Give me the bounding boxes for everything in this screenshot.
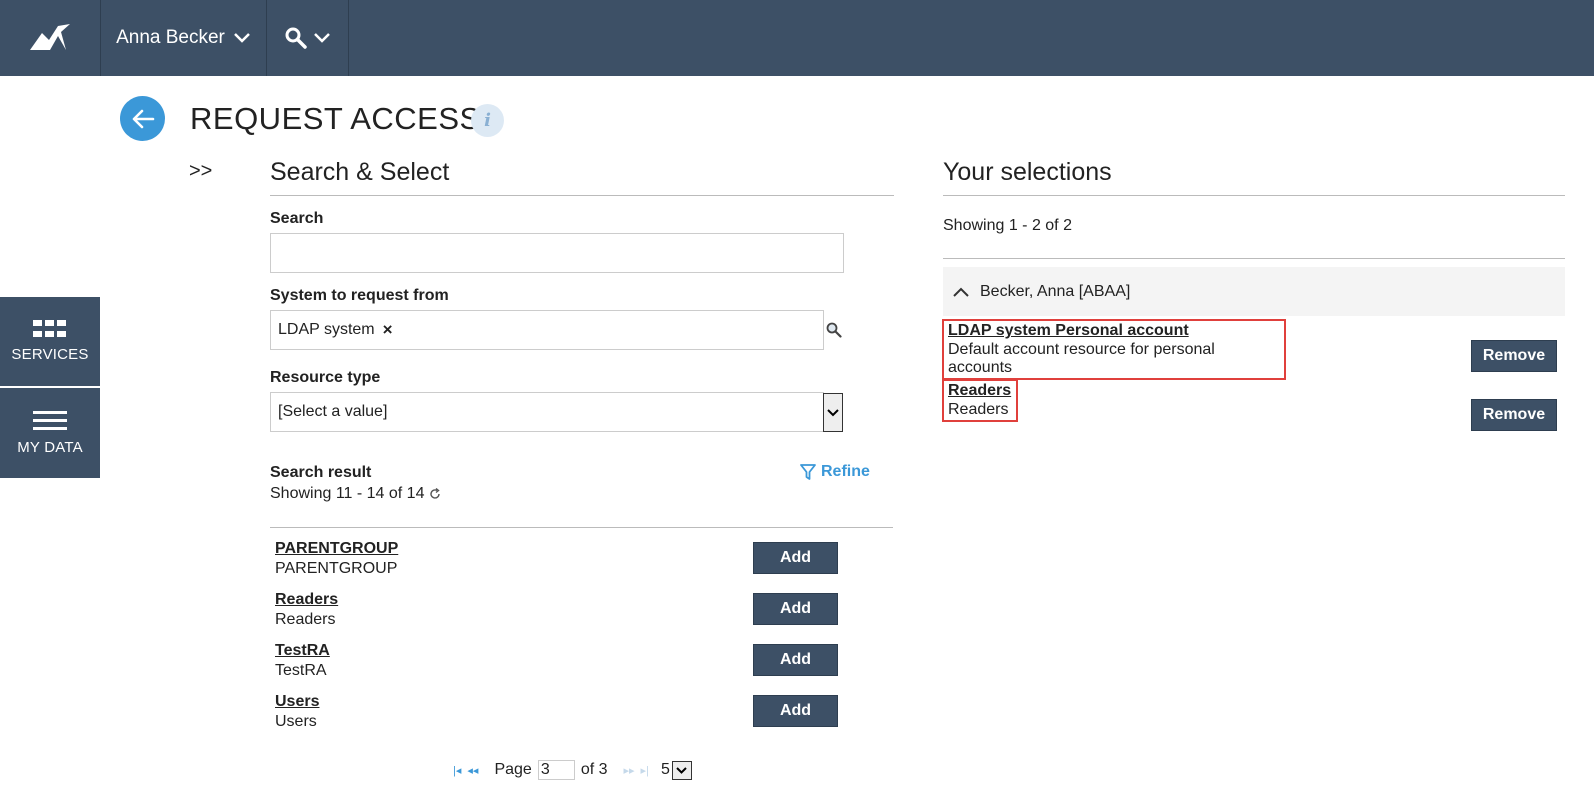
selection-description: Default account resource for personal ac… <box>948 341 1215 376</box>
previous-page-icon[interactable]: ◂◂ <box>467 764 478 777</box>
resource-type-label: Resource type <box>270 369 381 386</box>
result-name-link[interactable]: Users <box>275 693 319 711</box>
global-search-menu[interactable] <box>267 0 349 76</box>
nav-my-data-label: MY DATA <box>17 438 83 456</box>
result-row: Users Users Add <box>270 693 840 743</box>
remove-button[interactable]: Remove <box>1471 340 1557 372</box>
group-name: Becker, Anna [ABAA] <box>980 282 1131 300</box>
nav-my-data[interactable]: MY DATA <box>0 388 100 478</box>
refine-button[interactable]: Refine <box>800 463 870 481</box>
nav-services[interactable]: SERVICES <box>0 297 100 386</box>
top-bar: Anna Becker <box>0 0 1594 76</box>
result-description: TestRA <box>275 662 327 679</box>
page-size-dropdown-button[interactable] <box>671 760 692 780</box>
result-row: Readers Readers Add <box>270 591 840 641</box>
search-input[interactable] <box>270 233 844 273</box>
resource-type-dropdown-button[interactable] <box>823 393 843 432</box>
refresh-icon[interactable] <box>429 488 441 500</box>
page-total: of 3 <box>580 761 608 778</box>
result-count-text: Showing 11 - 14 of 14 <box>270 485 425 502</box>
info-icon[interactable]: i <box>471 104 504 137</box>
chevron-down-icon <box>234 33 250 43</box>
resource-type-select[interactable]: [Select a value] <box>270 392 824 432</box>
result-row: TestRA TestRA Add <box>270 642 840 692</box>
clear-system-icon[interactable]: × <box>383 320 393 340</box>
chevron-down-icon <box>676 766 688 774</box>
page-label: Page <box>494 761 532 778</box>
expand-toggle[interactable]: >> <box>189 160 212 183</box>
result-description: PARENTGROUP <box>275 560 398 577</box>
page-number-input[interactable]: 3 <box>537 760 575 780</box>
selection-description: Readers <box>948 401 1009 418</box>
pagination: |◂ ◂◂ Page 3 of 3 ▸▸ ▸| 5 <box>453 759 692 781</box>
system-field[interactable]: LDAP system × <box>270 310 824 350</box>
remove-button[interactable]: Remove <box>1471 399 1557 431</box>
selection-group-header[interactable]: Becker, Anna [ABAA] <box>943 267 1565 316</box>
result-row: PARENTGROUP PARENTGROUP Add <box>270 540 840 590</box>
add-button[interactable]: Add <box>753 644 838 676</box>
result-name-link[interactable]: Readers <box>275 591 338 609</box>
chevron-down-icon <box>313 33 330 43</box>
divider <box>943 258 1565 259</box>
last-page-icon[interactable]: ▸| <box>641 764 649 777</box>
refine-label: Refine <box>821 463 870 480</box>
back-button[interactable] <box>120 96 165 141</box>
result-name-link[interactable]: TestRA <box>275 642 330 660</box>
next-page-icon[interactable]: ▸▸ <box>624 764 635 777</box>
selection-name-link[interactable]: LDAP system Personal account <box>948 322 1280 340</box>
logo[interactable] <box>0 0 101 76</box>
add-button[interactable]: Add <box>753 695 838 727</box>
add-button[interactable]: Add <box>753 542 838 574</box>
search-result-count: Showing 11 - 14 of 14 <box>270 485 441 503</box>
divider <box>270 527 893 528</box>
page-size-value: 5 <box>660 761 670 778</box>
search-select-heading: Search & Select <box>270 158 894 196</box>
page-size-select[interactable]: 5 <box>660 760 692 780</box>
chevron-down-icon <box>827 408 839 416</box>
page-title: REQUEST ACCESS <box>190 101 481 136</box>
your-selections-heading: Your selections <box>943 158 1565 196</box>
add-button[interactable]: Add <box>753 593 838 625</box>
filter-icon <box>800 463 816 480</box>
result-name-link[interactable]: PARENTGROUP <box>275 540 398 558</box>
grid-icon <box>33 320 66 337</box>
menu-icon <box>33 410 67 430</box>
user-name: Anna Becker <box>116 27 225 48</box>
system-value: LDAP system <box>278 321 375 338</box>
system-label: System to request from <box>270 287 449 304</box>
selection-item: LDAP system Personal account Default acc… <box>942 319 1286 380</box>
search-icon <box>285 27 307 49</box>
selection-item: Readers Readers <box>942 379 1018 422</box>
chevron-up-icon <box>953 287 969 297</box>
arrow-left-icon <box>132 109 154 128</box>
resource-type-value: [Select a value] <box>278 403 388 420</box>
first-page-icon[interactable]: |◂ <box>453 764 461 777</box>
selection-name-link[interactable]: Readers <box>948 382 1012 400</box>
logo-icon <box>30 24 70 50</box>
nav-services-label: SERVICES <box>11 346 89 363</box>
result-description: Readers <box>275 611 336 628</box>
selections-count: Showing 1 - 2 of 2 <box>943 217 1072 234</box>
search-icon[interactable] <box>826 322 842 338</box>
result-description: Users <box>275 713 317 730</box>
search-result-label: Search result <box>270 464 372 481</box>
user-menu[interactable]: Anna Becker <box>101 0 267 76</box>
search-label: Search <box>270 210 324 227</box>
